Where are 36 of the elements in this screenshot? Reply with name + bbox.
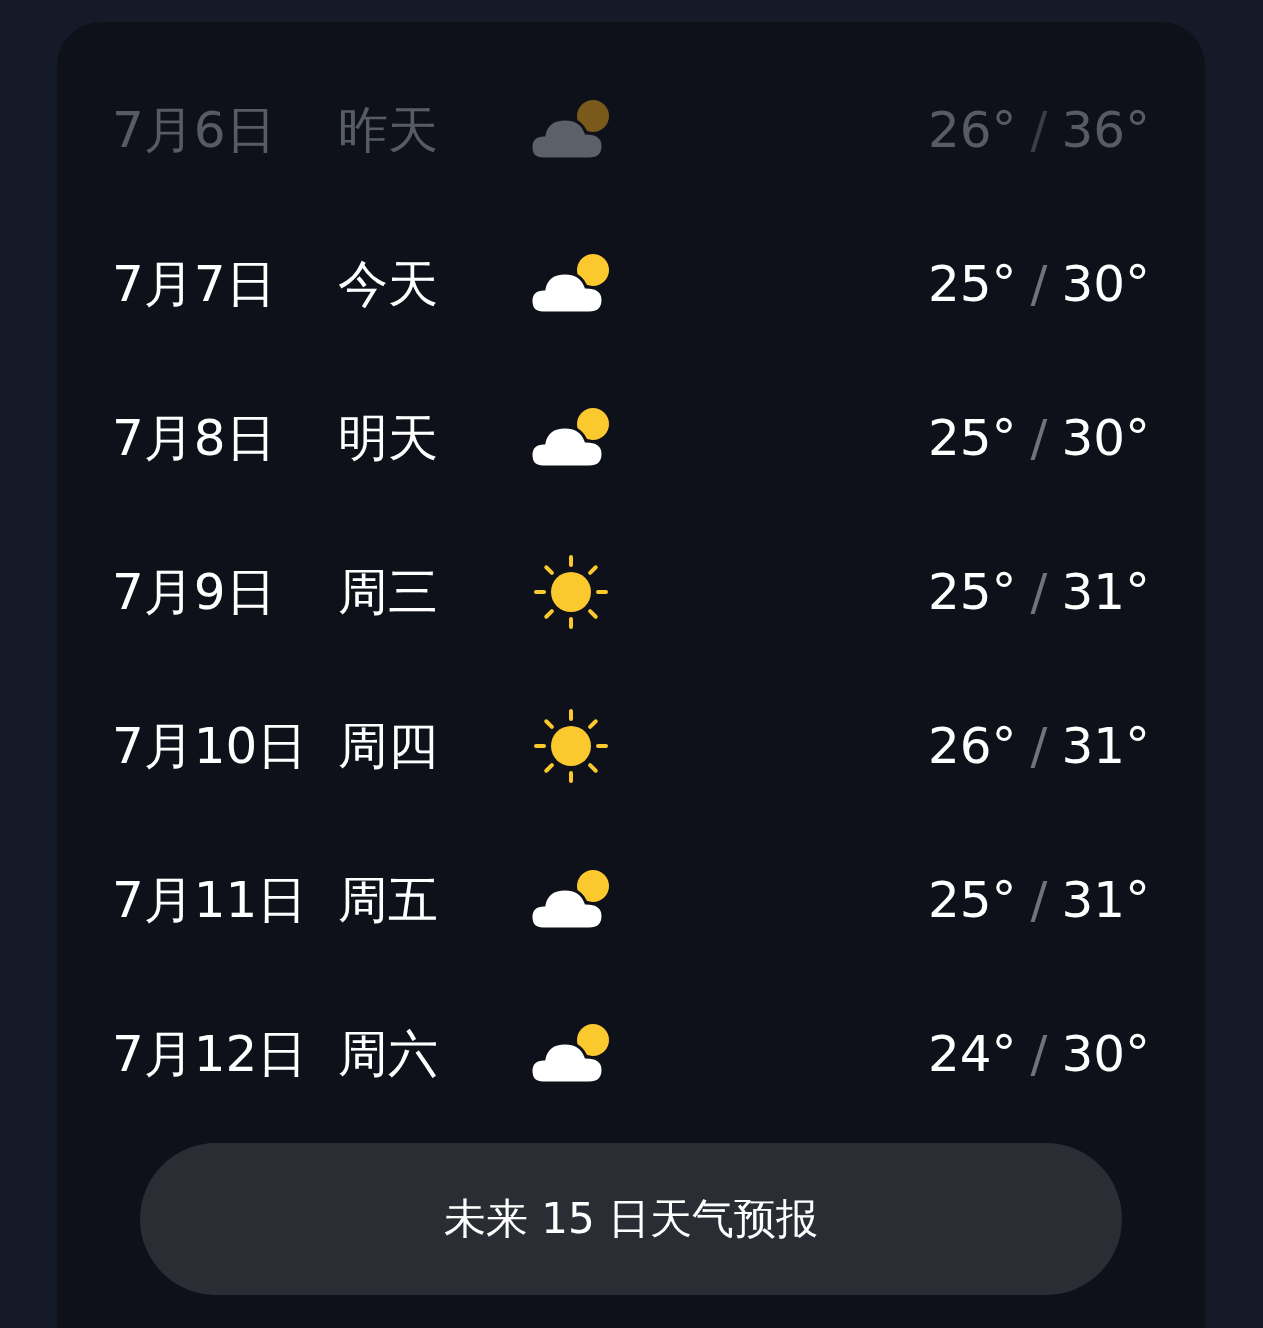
date-label: 7月9日: [112, 561, 277, 623]
low-temperature: 26°: [927, 101, 1017, 159]
high-temperature: 30°: [1061, 255, 1150, 313]
temperature-separator: /: [1030, 1025, 1048, 1083]
high-temperature: 31°: [1061, 871, 1150, 929]
temperature-separator: /: [1030, 871, 1048, 929]
day-label: 周四: [338, 715, 439, 777]
low-temperature: 25°: [927, 563, 1017, 621]
high-temperature: 30°: [1061, 1025, 1150, 1083]
date-label: 7月6日: [112, 99, 277, 161]
date-label: 7月11日: [112, 869, 309, 931]
temperature-separator: /: [1030, 409, 1048, 467]
date-label: 7月12日: [112, 1023, 309, 1085]
high-temperature: 31°: [1061, 717, 1150, 775]
temperature-separator: /: [1030, 101, 1048, 159]
date-label: 7月10日: [112, 715, 309, 777]
day-label: 明天: [338, 407, 439, 469]
high-temperature: 30°: [1061, 409, 1150, 467]
temperature-separator: /: [1030, 563, 1048, 621]
day-label: 周五: [338, 869, 439, 931]
low-temperature: 26°: [927, 717, 1017, 775]
high-temperature: 31°: [1061, 563, 1150, 621]
high-temperature: 36°: [1061, 101, 1150, 159]
date-label: 7月7日: [112, 253, 277, 315]
date-label: 7月8日: [112, 407, 277, 469]
day-label: 周三: [338, 561, 439, 623]
day-label: 周六: [338, 1023, 439, 1085]
low-temperature: 25°: [927, 255, 1017, 313]
temperature-separator: /: [1030, 255, 1048, 313]
low-temperature: 24°: [927, 1025, 1017, 1083]
forecast-button[interactable]: 未来 15 日天气预报: [140, 1143, 1122, 1295]
low-temperature: 25°: [927, 871, 1017, 929]
day-label: 今天: [338, 253, 439, 315]
day-label: 昨天: [338, 99, 439, 161]
temperature-separator: /: [1030, 717, 1048, 775]
low-temperature: 25°: [927, 409, 1017, 467]
